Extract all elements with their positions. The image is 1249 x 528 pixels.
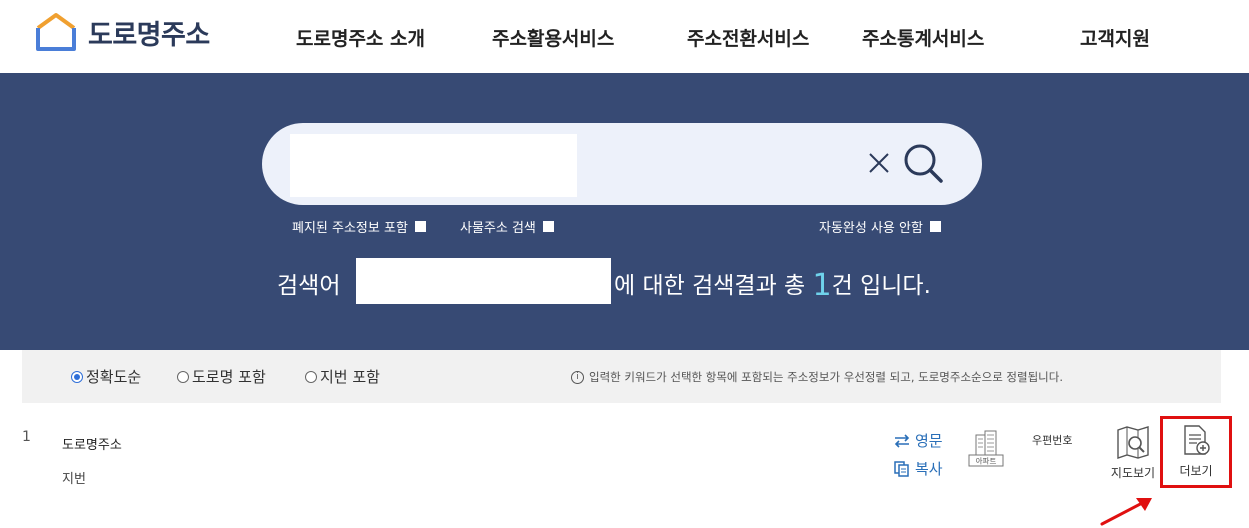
radio-selected-icon[interactable] [71, 370, 83, 383]
english-address-button[interactable]: 영문 [893, 430, 943, 451]
apartment-label: 아파트 [976, 456, 997, 466]
abolished-address-label: 폐지된 주소정보 포함 [292, 221, 408, 236]
abolished-address-checkbox[interactable] [414, 221, 426, 232]
search-box [262, 123, 982, 205]
sort-jibun-radio[interactable]: 지번 포함 [305, 366, 380, 387]
radio-icon[interactable] [305, 370, 317, 383]
copy-icon [894, 460, 909, 477]
logo-text: 도로명주소 [88, 19, 210, 51]
clear-icon[interactable] [866, 150, 892, 176]
zipcode-label: 우편번호 [1032, 434, 1073, 447]
search-hero: 폐지된 주소정보 포함 사물주소 검색 자동완성 사용 안함 검색어 에 대한 … [0, 73, 1249, 350]
top-header: 도로명주소 도로명주소 소개 주소활용서비스 주소전환서비스 주소통계서비스 고… [0, 0, 1249, 73]
nav-item-conversion[interactable]: 주소전환서비스 [687, 24, 809, 51]
search-icon[interactable] [902, 142, 944, 184]
result-count: 1 [812, 268, 832, 303]
site-logo[interactable]: 도로명주소 [32, 12, 210, 52]
radio-icon[interactable] [177, 370, 189, 383]
road-address-label: 도로명주소 [62, 438, 122, 453]
result-middle: 에 대한 검색결과 총 [614, 273, 806, 299]
nav-item-statistics[interactable]: 주소통계서비스 [862, 24, 984, 51]
search-keyword-box [356, 258, 611, 304]
sort-road-radio[interactable]: 도로명 포함 [177, 366, 266, 387]
house-logo-icon [36, 13, 76, 51]
copy-label: 복사 [915, 460, 943, 478]
more-details-button[interactable]: 더보기 [1160, 416, 1232, 488]
document-plus-icon [1184, 425, 1210, 455]
sort-filter-bar: 정확도순 도로명 포함 지번 포함 i 입력한 키워드가 선택한 항목에 포함되… [22, 350, 1221, 403]
nav-item-utilization[interactable]: 주소활용서비스 [492, 24, 614, 51]
result-suffix: 건 입니다. [831, 273, 931, 299]
object-address-label: 사물주소 검색 [460, 221, 536, 236]
jibun-address-label: 지번 [62, 472, 86, 487]
result-index: 1 [22, 429, 31, 445]
abolished-address-option[interactable]: 폐지된 주소정보 포함 [292, 217, 426, 236]
object-address-checkbox[interactable] [542, 221, 554, 232]
autocomplete-off-checkbox[interactable] [929, 221, 941, 232]
sort-notice-text: 입력한 키워드가 선택한 항목에 포함되는 주소정보가 우선정렬 되고, 도로명… [589, 370, 1063, 384]
copy-button[interactable]: 복사 [893, 458, 943, 479]
result-text: 에 대한 검색결과 총 1건 입니다. [614, 266, 931, 303]
map-icon [1117, 426, 1149, 459]
sort-accuracy-label: 정확도순 [86, 368, 142, 386]
english-label: 영문 [915, 432, 943, 450]
apartment-icon[interactable]: 아파트 [968, 429, 1004, 467]
autocomplete-off-option[interactable]: 자동완성 사용 안함 [819, 217, 941, 236]
autocomplete-off-label: 자동완성 사용 안함 [819, 221, 923, 236]
sort-accuracy-radio[interactable]: 정확도순 [71, 366, 141, 387]
red-arrow-annotation [1100, 498, 1152, 526]
result-prefix: 검색어 [277, 273, 341, 299]
search-input[interactable] [290, 134, 577, 197]
map-view-label: 지도보기 [1110, 466, 1156, 480]
sort-jibun-label: 지번 포함 [320, 368, 380, 386]
sort-notice: i 입력한 키워드가 선택한 항목에 포함되는 주소정보가 우선정렬 되고, 도… [571, 369, 1063, 385]
more-details-label: 더보기 [1179, 464, 1213, 478]
swap-arrows-icon [894, 433, 910, 448]
nav-item-support[interactable]: 고객지원 [1080, 24, 1150, 51]
nav-item-intro[interactable]: 도로명주소 소개 [296, 24, 425, 51]
map-view-button[interactable]: 지도보기 [1104, 426, 1162, 480]
sort-road-label: 도로명 포함 [192, 368, 266, 386]
info-icon: i [571, 370, 584, 384]
object-address-option[interactable]: 사물주소 검색 [460, 217, 554, 236]
